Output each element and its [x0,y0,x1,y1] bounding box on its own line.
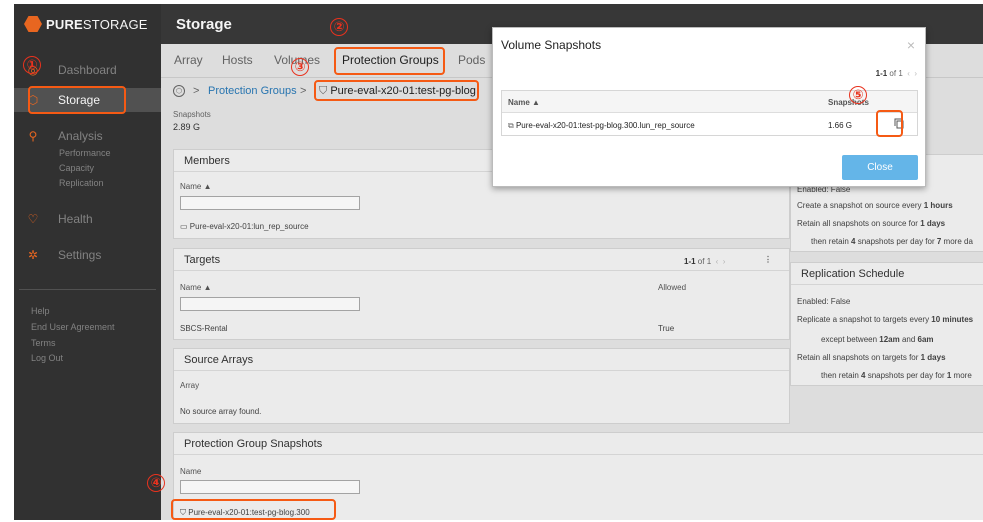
highlight-protection-groups-tab [334,47,445,75]
highlight-breadcrumb-current [314,80,479,101]
annotation-2: ② [330,18,348,36]
dialog-title: Volume Snapshots [501,38,602,52]
highlight-copy-button [876,110,903,137]
annotation-3: ③ [291,58,309,76]
volume-snapshots-dialog: Volume Snapshots × 1-1 of 1 ‹ › Name ▲ S… [492,27,926,187]
app-window: PURESTORAGE ◎ Dashboard ⬡ Storage ⚲ Anal… [14,4,983,520]
close-button[interactable]: Close [842,155,918,180]
annotation-4: ④ [147,474,165,492]
close-icon[interactable]: × [907,37,915,53]
dialog-row-name: ⧉ Pure-eval-x20-01:test-pg-blog.300.lun_… [508,121,695,130]
annotation-1: ① [23,56,41,74]
dialog-name-header[interactable]: Name ▲ [508,98,540,107]
highlight-storage [28,86,126,114]
snapshot-icon: ⧉ [508,121,514,130]
dialog-pager: 1-1 of 1 ‹ › [875,69,917,78]
dialog-row-size: 1.66 G [828,121,853,130]
highlight-pg-snapshot [171,499,336,520]
annotation-5: ⑤ [849,86,867,104]
